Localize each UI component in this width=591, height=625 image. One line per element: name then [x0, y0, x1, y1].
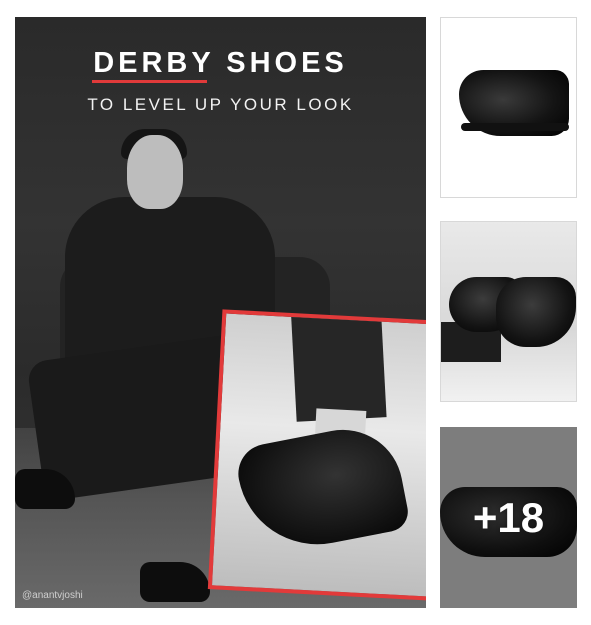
subheadline: TO LEVEL UP YOUR LOOK	[87, 95, 354, 114]
main-image[interactable]: DERBY SHOES TO LEVEL UP YOUR LOOK @anant…	[15, 17, 426, 608]
thumbnail-1[interactable]	[440, 17, 577, 198]
thumbnail-2[interactable]	[440, 221, 577, 402]
photo-credit: @anantvjoshi	[22, 590, 83, 601]
headline: DERBY SHOES	[93, 47, 348, 79]
person-head	[127, 135, 183, 209]
shoe-closeup-inset	[207, 309, 426, 601]
more-count: +18	[472, 493, 545, 541]
headline-underline	[92, 80, 207, 83]
shoe-sole	[461, 123, 569, 131]
image-collage: DERBY SHOES TO LEVEL UP YOUR LOOK @anant…	[0, 0, 591, 625]
trouser-leg	[290, 309, 387, 422]
thumbnail-more[interactable]: +18	[440, 427, 577, 608]
derby-shoe-closeup	[233, 419, 412, 559]
